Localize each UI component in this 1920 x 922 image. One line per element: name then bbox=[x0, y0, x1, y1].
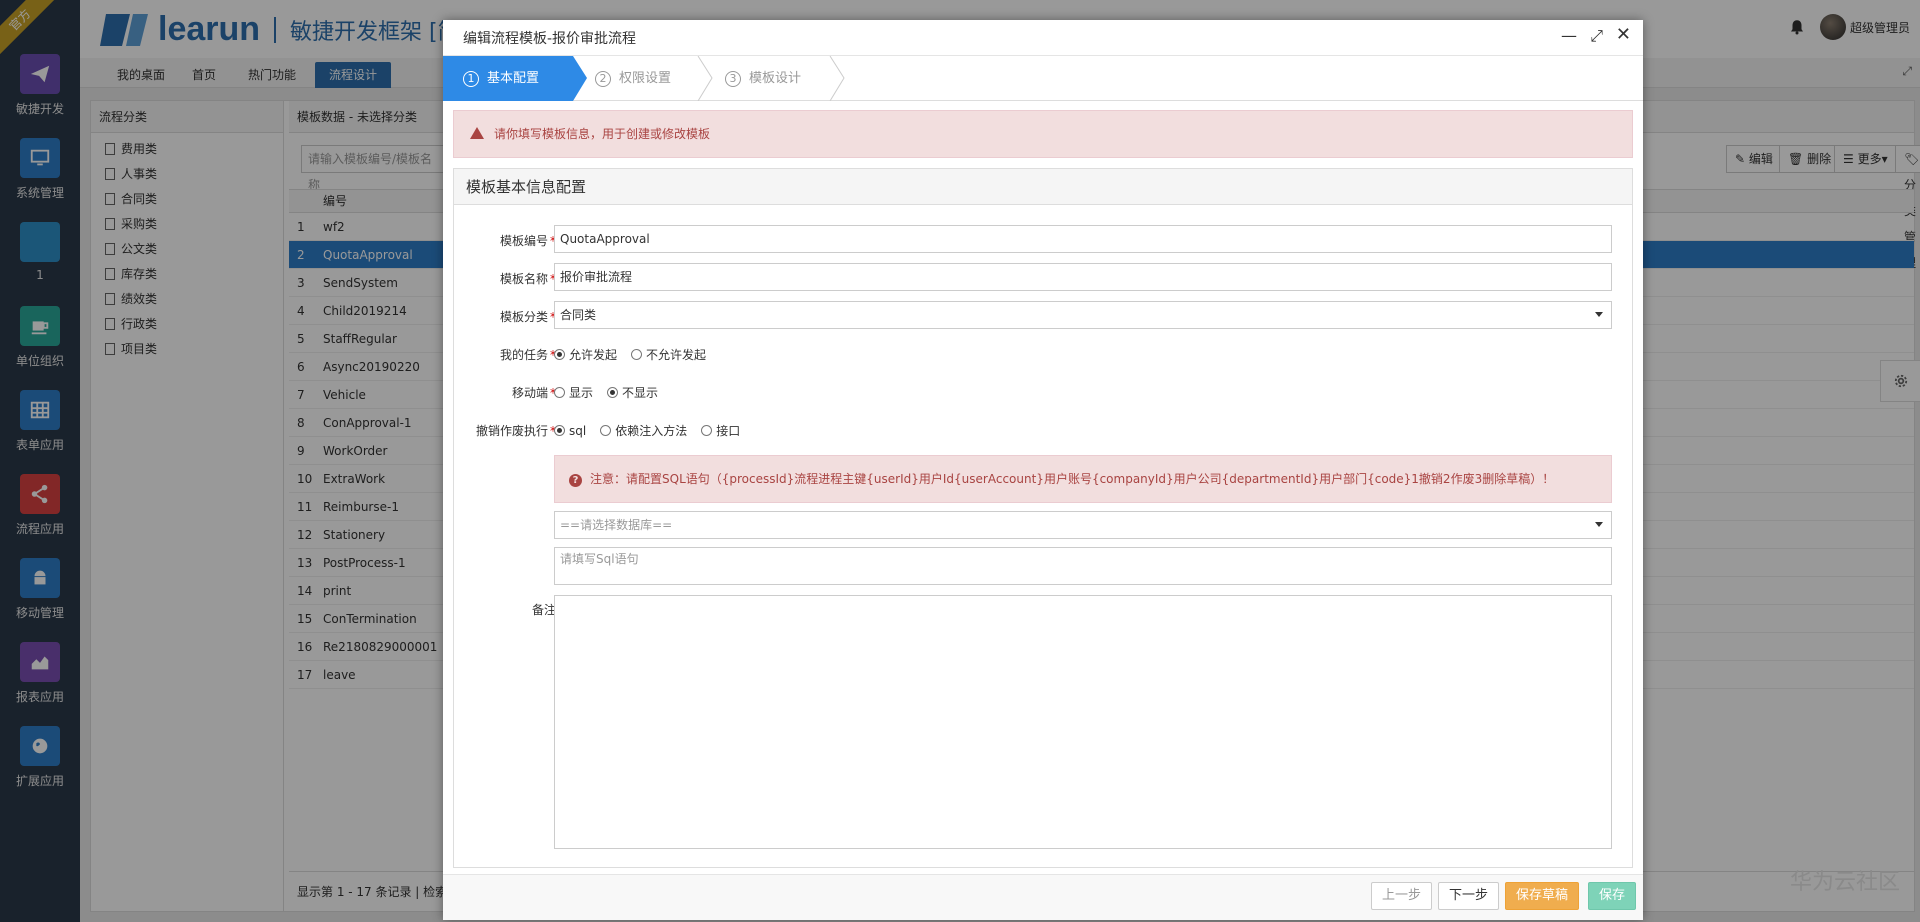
name-label: 模板名称 * bbox=[499, 272, 556, 286]
form-row-name: 模板名称 * 报价审批流程 bbox=[454, 263, 1634, 293]
step-divider bbox=[829, 56, 845, 101]
sql-note-alert: ? 注意：请配置SQL语句（{processId}流程进程主键{userId}用户… bbox=[554, 455, 1612, 503]
step-arrow bbox=[573, 56, 587, 101]
chevron-down-icon bbox=[1595, 312, 1603, 317]
save-draft-button[interactable]: 保存草稿 bbox=[1505, 882, 1580, 910]
form-row-remark: 备注 bbox=[454, 595, 1634, 851]
form-row-database: ==请选择数据库== bbox=[454, 511, 1634, 541]
form-row-category: 模板分类 * 合同类 bbox=[454, 301, 1634, 331]
step-template-design[interactable]: 3 模板设计 bbox=[725, 56, 835, 101]
chevron-down-icon bbox=[1595, 522, 1603, 527]
code-label: 模板编号 * bbox=[499, 234, 556, 248]
question-icon: ? bbox=[569, 474, 582, 487]
radio-revoke-api[interactable]: 接口 bbox=[701, 422, 740, 439]
task-label: 我的任务 * bbox=[499, 348, 556, 362]
radio-allow-start[interactable]: 允许发起 bbox=[554, 346, 617, 363]
sql-textarea[interactable]: 请填写Sql语句 bbox=[554, 547, 1612, 585]
category-label: 模板分类 * bbox=[499, 310, 556, 324]
step-permission[interactable]: 2 权限设置 bbox=[593, 56, 703, 101]
edit-template-dialog: 编辑流程模板-报价审批流程 — ⤢ ✕ 1 基本配置 2 权限设置 3 模板设计 请你… bbox=[443, 20, 1643, 920]
close-icon[interactable]: ✕ bbox=[1616, 24, 1631, 45]
wizard-steps: 1 基本配置 2 权限设置 3 模板设计 bbox=[443, 56, 1643, 101]
form-row-mobile: 移动端 * 显示 不显示 bbox=[454, 377, 1634, 407]
watermark: 华为云社区 bbox=[1789, 870, 1900, 895]
remark-textarea[interactable] bbox=[554, 595, 1612, 849]
radio-revoke-di[interactable]: 依赖注入方法 bbox=[600, 422, 687, 439]
mobile-label: 移动端 * bbox=[511, 386, 556, 400]
prev-step-button[interactable]: 上一步 bbox=[1371, 882, 1433, 910]
revoke-label: 撤销作废执行 * bbox=[475, 424, 556, 438]
template-code-input[interactable]: QuotaApproval bbox=[554, 225, 1612, 253]
dialog-title: 编辑流程模板-报价审批流程 bbox=[463, 31, 637, 47]
next-step-button[interactable]: 下一步 bbox=[1438, 882, 1500, 910]
radio-disallow-start[interactable]: 不允许发起 bbox=[631, 346, 706, 363]
radio-mobile-hide[interactable]: 不显示 bbox=[607, 384, 658, 401]
dialog-title-bar: 编辑流程模板-报价审批流程 — ⤢ ✕ bbox=[443, 20, 1643, 56]
form-row-sql-note: ? 注意：请配置SQL语句（{processId}流程进程主键{userId}用户… bbox=[454, 455, 1634, 503]
info-alert: 请你填写模板信息，用于创建或修改模板 bbox=[453, 110, 1633, 158]
radio-mobile-show[interactable]: 显示 bbox=[554, 384, 593, 401]
save-button[interactable]: 保存 bbox=[1588, 882, 1637, 910]
step-basic-config[interactable]: 1 基本配置 bbox=[443, 56, 573, 101]
form-row-sql: 请填写Sql语句 bbox=[454, 547, 1634, 585]
template-name-input[interactable]: 报价审批流程 bbox=[554, 263, 1612, 291]
form-row-code: 模板编号 * QuotaApproval bbox=[454, 225, 1634, 255]
remark-label: 备注 bbox=[531, 603, 556, 617]
template-category-select[interactable]: 合同类 bbox=[554, 301, 1612, 329]
warning-icon bbox=[470, 127, 484, 139]
radio-revoke-sql[interactable]: sql bbox=[554, 422, 586, 439]
section-title: 模板基本信息配置 bbox=[454, 169, 1632, 205]
maximize-icon[interactable]: ⤢ bbox=[1590, 26, 1603, 46]
minimize-icon[interactable]: — bbox=[1561, 26, 1577, 45]
form-row-task: 我的任务 * 允许发起 不允许发起 bbox=[454, 339, 1634, 369]
dialog-footer: 上一步 下一步 保存草稿 保存 bbox=[443, 874, 1643, 920]
step-divider bbox=[697, 56, 713, 101]
form-row-revoke: 撤销作废执行 * sql 依赖注入方法 接口 bbox=[454, 415, 1634, 445]
database-select[interactable]: ==请选择数据库== bbox=[554, 511, 1612, 539]
basic-info-section: 模板基本信息配置 模板编号 * QuotaApproval 模板名称 * 报价审批流… bbox=[453, 168, 1633, 868]
